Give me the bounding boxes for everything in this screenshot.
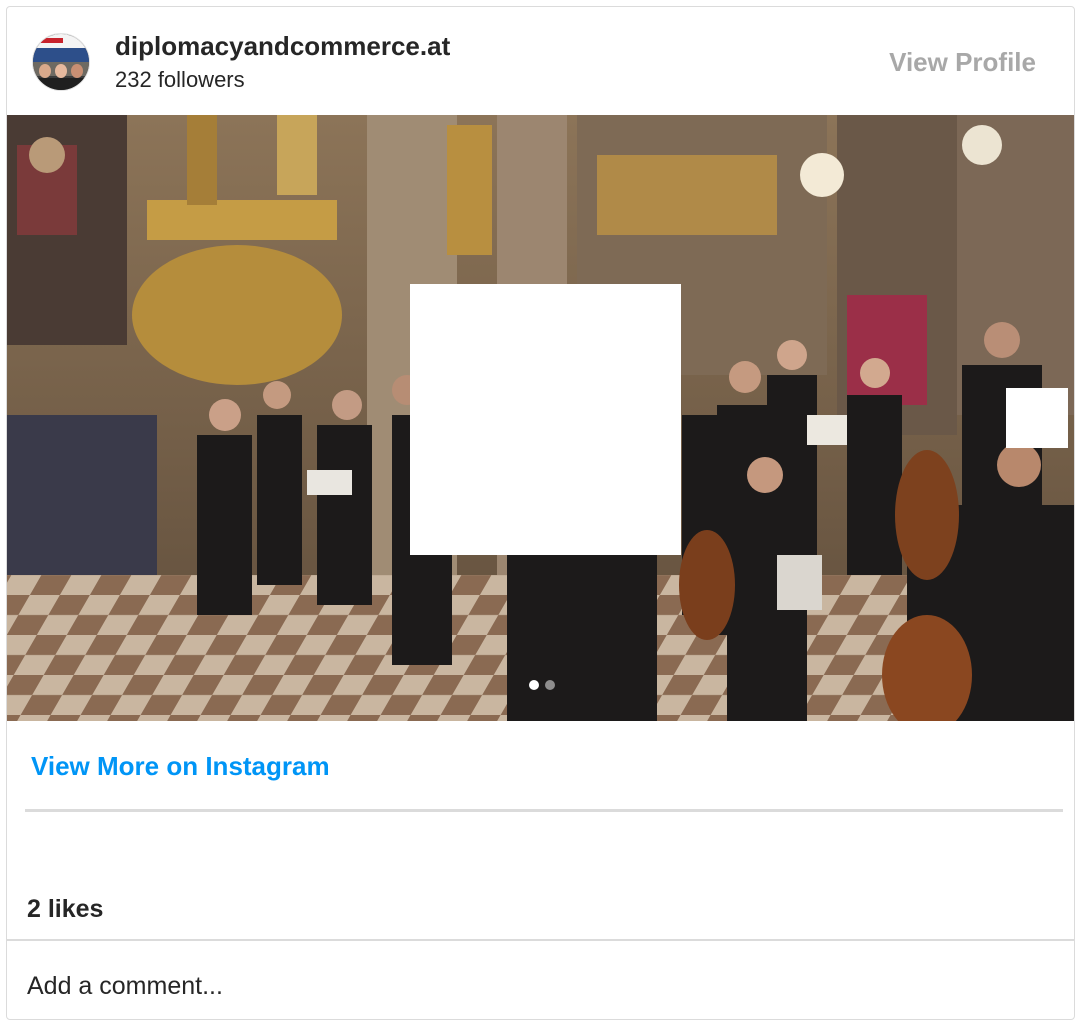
image-placeholder xyxy=(410,284,681,555)
image-placeholder-small xyxy=(1006,388,1068,448)
carousel-indicator[interactable] xyxy=(7,680,1074,694)
carousel-dot-2[interactable] xyxy=(544,680,555,690)
carousel-dot-1[interactable] xyxy=(528,680,539,690)
post-header: diplomacyandcommerce.at 232 followers Vi… xyxy=(7,7,1074,115)
profile-username[interactable]: diplomacyandcommerce.at xyxy=(115,31,450,62)
instagram-embed-card: diplomacyandcommerce.at 232 followers Vi… xyxy=(6,6,1075,1020)
view-profile-button[interactable]: View Profile xyxy=(889,47,1036,78)
add-comment-input[interactable]: Add a comment... xyxy=(27,972,223,1001)
post-image-carousel[interactable] xyxy=(7,115,1074,721)
profile-avatar-icon[interactable] xyxy=(32,33,90,91)
divider xyxy=(7,939,1074,941)
divider xyxy=(25,809,1063,812)
follower-count: 232 followers xyxy=(115,67,245,92)
like-count: 2 likes xyxy=(27,895,104,923)
view-more-on-instagram-link[interactable]: View More on Instagram xyxy=(31,751,330,782)
